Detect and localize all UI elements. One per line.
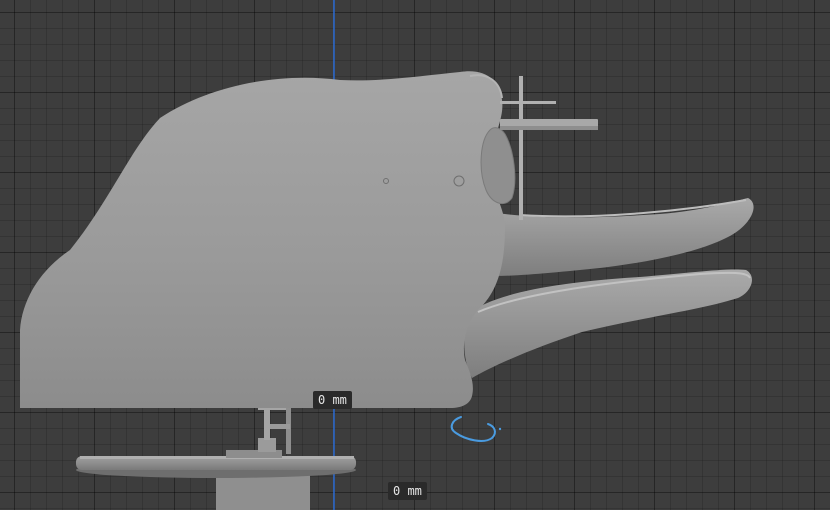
- base-plate-top: [80, 456, 354, 459]
- pin-horizontal-top: [500, 101, 556, 104]
- support-arm: [270, 424, 290, 429]
- pin-vertical: [519, 76, 523, 220]
- rotate-cursor-icon: [450, 416, 496, 442]
- pin-crosshair[interactable]: [500, 76, 598, 220]
- dimension-label-secondary: 0 mm: [388, 482, 427, 500]
- 3d-viewport[interactable]: 0 mm 0 mm: [0, 0, 830, 510]
- viewport-scene[interactable]: [0, 0, 830, 510]
- dimension-label-primary: 0 mm: [313, 391, 352, 409]
- lower-tentacle[interactable]: [464, 269, 752, 378]
- support-block: [258, 438, 276, 452]
- pin-rod-shade: [500, 126, 598, 130]
- rotate-cursor-dot: [498, 427, 502, 431]
- head-body[interactable]: [20, 71, 505, 409]
- print-stand[interactable]: [76, 404, 356, 510]
- upper-tentacle[interactable]: [490, 198, 754, 276]
